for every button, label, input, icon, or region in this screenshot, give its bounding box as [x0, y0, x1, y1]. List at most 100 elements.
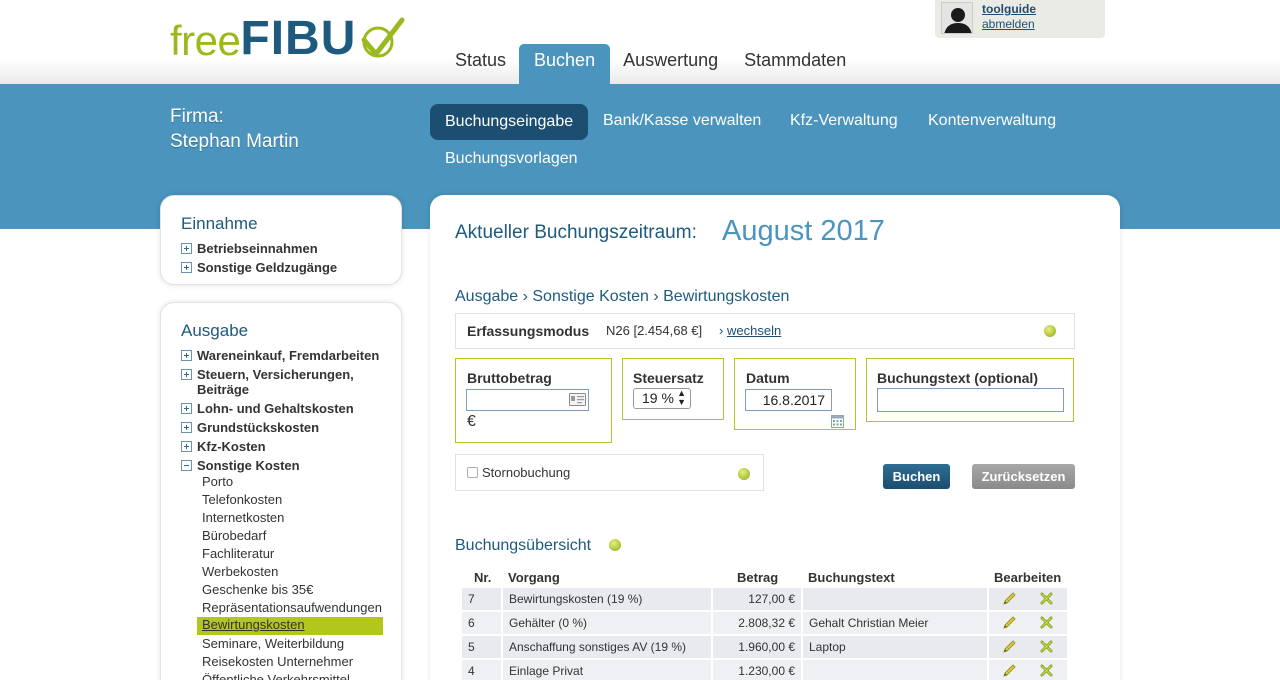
category-grundstueckskosten[interactable]: Grundstückskosten	[181, 420, 319, 435]
cell-buchungstext: Gehalt Christian Meier	[803, 612, 987, 634]
edit-pencil-icon[interactable]	[1001, 615, 1017, 631]
subitem-buerobedarf[interactable]: Bürobedarf	[202, 528, 266, 543]
overview-title: Buchungsübersicht	[455, 537, 592, 554]
delete-icon[interactable]	[1039, 591, 1054, 606]
delete-icon[interactable]	[1039, 615, 1054, 630]
change-mode-link[interactable]: wechseln	[727, 323, 781, 338]
tab-buchen[interactable]: Buchen	[519, 44, 611, 84]
cell-vorgang: Gehälter (0 %)	[503, 612, 711, 634]
checkmark-logo-icon	[361, 17, 405, 58]
category-betriebseinnahmen[interactable]: Betriebseinnahmen	[181, 241, 318, 256]
subitem-reisekosten[interactable]: Reisekosten Unternehmer	[202, 654, 353, 669]
cell-betrag: 1.230,00 €	[713, 660, 801, 680]
user-avatar-icon	[941, 2, 973, 34]
tax-rate-value: 19 %	[642, 390, 674, 406]
breadcrumb: Ausgabe › Sonstige Kosten › Bewirtungsko…	[455, 288, 790, 305]
subtab-kfz-verwaltung[interactable]: Kfz-Verwaltung	[775, 103, 913, 139]
subitem-porto[interactable]: Porto	[202, 474, 233, 489]
category-sonstige-geldzugaenge[interactable]: Sonstige Geldzugänge	[181, 260, 337, 275]
cell-betrag: 127,00 €	[713, 588, 801, 610]
expand-icon[interactable]	[181, 350, 192, 361]
change-arrow: ›	[719, 323, 724, 338]
cell-buchungstext	[803, 588, 987, 610]
subtab-buchungsvorlagen[interactable]: Buchungsvorlagen	[430, 141, 593, 177]
cell-betrag: 2.808,32 €	[713, 612, 801, 634]
cell-buchungstext: Laptop	[803, 636, 987, 658]
tab-auswertung[interactable]: Auswertung	[610, 44, 731, 84]
period-label: Aktueller Buchungszeitraum:	[455, 222, 697, 243]
subitem-internetkosten[interactable]: Internetkosten	[202, 510, 284, 525]
cell-nr: 5	[462, 636, 501, 658]
company-info: Firma: Stephan Martin	[170, 104, 299, 154]
tax-rate-select[interactable]: 19 % ▲ ▼	[633, 388, 691, 409]
select-arrows-icon: ▲ ▼	[677, 388, 686, 407]
book-button[interactable]: Buchen	[883, 464, 950, 489]
cell-betrag: 1.960,00 €	[713, 636, 801, 658]
expand-icon[interactable]	[181, 403, 192, 414]
category-sonstige-kosten[interactable]: Sonstige Kosten	[181, 458, 300, 473]
subitem-fachliteratur[interactable]: Fachliteratur	[202, 546, 274, 561]
calendar-icon[interactable]	[831, 415, 844, 428]
edit-pencil-icon[interactable]	[1001, 663, 1017, 679]
subtab-kontenverwaltung[interactable]: Kontenverwaltung	[913, 103, 1071, 139]
income-title: Einnahme	[181, 214, 258, 233]
booking-text-input[interactable]	[877, 388, 1064, 412]
id-card-icon[interactable]	[569, 393, 586, 406]
income-panel: Einnahme Betriebseinnahmen Sonstige Geld…	[160, 195, 402, 285]
collapse-icon[interactable]	[181, 460, 192, 471]
currency-symbol: €	[467, 413, 476, 430]
cell-vorgang: Einlage Privat	[503, 660, 711, 680]
expand-icon[interactable]	[181, 262, 192, 273]
company-name: Stephan Martin	[170, 131, 299, 152]
category-kfz-kosten[interactable]: Kfz-Kosten	[181, 439, 266, 454]
logo-fibu-text: FIBU	[240, 12, 357, 65]
subitem-telefonkosten[interactable]: Telefonkosten	[202, 492, 282, 507]
cell-actions	[989, 588, 1067, 610]
edit-pencil-icon[interactable]	[1001, 591, 1017, 607]
booking-text-label: Buchungstext (optional)	[877, 370, 1038, 386]
company-label: Firma:	[170, 106, 224, 127]
subtab-buchungseingabe[interactable]: Buchungseingabe	[430, 104, 589, 140]
col-nr: Nr.	[474, 570, 492, 585]
tab-status[interactable]: Status	[442, 44, 519, 84]
date-input[interactable]: 16.8.2017	[745, 389, 832, 411]
tax-rate-label: Steuersatz	[633, 370, 704, 386]
subitem-bewirtungskosten[interactable]: Bewirtungskosten	[197, 617, 383, 635]
category-steuern-versicherungen[interactable]: Steuern, Versicherungen, Beiträge	[181, 367, 361, 397]
col-bearbeiten: Bearbeiten	[994, 570, 1062, 585]
tab-stammdaten[interactable]: Stammdaten	[731, 44, 859, 84]
help-icon[interactable]	[609, 539, 621, 551]
category-wareneinkauf[interactable]: Wareneinkauf, Fremdarbeiten	[181, 348, 379, 363]
subitem-repraesentation[interactable]: Repräsentationsaufwendungen	[202, 600, 382, 615]
expand-icon[interactable]	[181, 441, 192, 452]
cell-buchungstext	[803, 660, 987, 680]
cell-nr: 4	[462, 660, 501, 680]
gross-amount-label: Bruttobetrag	[467, 370, 552, 386]
subitem-werbekosten[interactable]: Werbekosten	[202, 564, 278, 579]
cell-nr: 6	[462, 612, 501, 634]
expand-icon[interactable]	[181, 422, 192, 433]
username-link[interactable]: toolguide	[982, 2, 1036, 16]
expand-icon[interactable]	[181, 369, 192, 380]
reset-button[interactable]: Zurücksetzen	[972, 464, 1075, 489]
user-box: toolguide abmelden	[935, 0, 1105, 38]
expense-title: Ausgabe	[181, 321, 249, 340]
freefibu-logo[interactable]: free FIBU	[170, 12, 406, 65]
logout-link[interactable]: abmelden	[982, 17, 1035, 31]
help-icon[interactable]	[738, 468, 750, 480]
subtab-bank-kasse[interactable]: Bank/Kasse verwalten	[588, 103, 776, 139]
category-lohnkosten[interactable]: Lohn- und Gehaltskosten	[181, 401, 354, 416]
date-label: Datum	[746, 370, 790, 386]
cell-nr: 7	[462, 588, 501, 610]
edit-pencil-icon[interactable]	[1001, 639, 1017, 655]
cell-actions	[989, 636, 1067, 658]
storno-checkbox[interactable]	[467, 467, 478, 478]
subitem-seminare[interactable]: Seminare, Weiterbildung	[202, 636, 344, 651]
delete-icon[interactable]	[1039, 639, 1054, 654]
subitem-oepnv[interactable]: Öffentliche Verkehrsmittel	[202, 672, 350, 680]
subitem-geschenke[interactable]: Geschenke bis 35€	[202, 582, 313, 597]
delete-icon[interactable]	[1039, 663, 1054, 678]
help-icon[interactable]	[1044, 325, 1056, 337]
col-betrag: Betrag	[737, 570, 779, 585]
expand-icon[interactable]	[181, 243, 192, 254]
